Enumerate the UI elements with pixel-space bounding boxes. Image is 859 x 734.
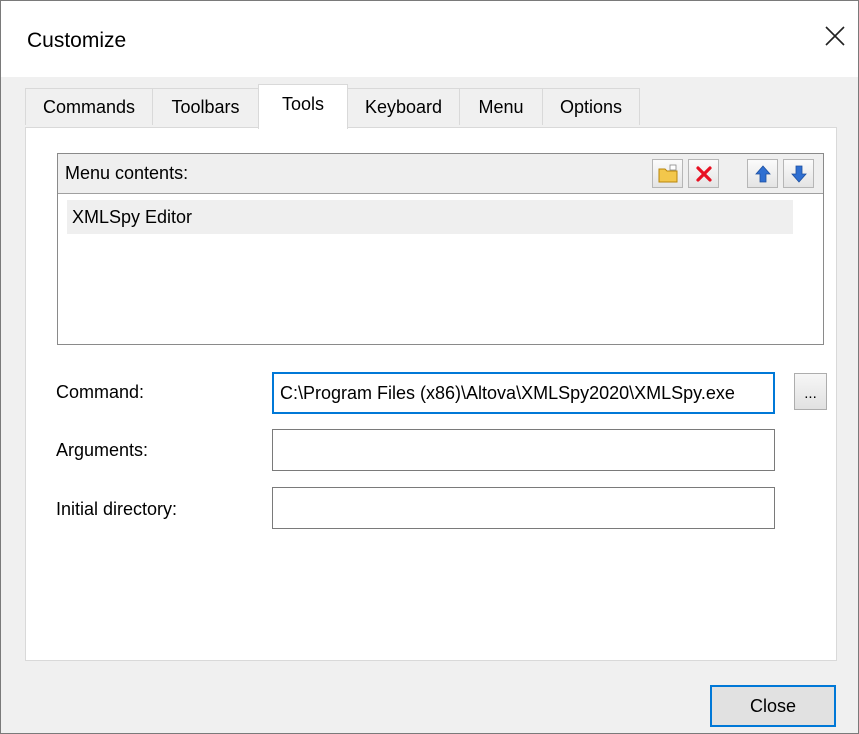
browse-button[interactable]: ...: [794, 373, 827, 410]
arguments-field[interactable]: [272, 429, 775, 471]
initial-directory-label: Initial directory:: [56, 499, 178, 519]
tab-commands[interactable]: Commands: [25, 88, 153, 125]
delete-icon: [696, 166, 712, 182]
tab-options[interactable]: Options: [542, 88, 640, 125]
new-folder-icon: [658, 164, 678, 183]
move-up-icon: [755, 165, 771, 183]
tab-tools[interactable]: Tools: [258, 84, 348, 129]
tab-menu[interactable]: Menu: [459, 88, 543, 125]
dialog-title: Customize: [27, 29, 127, 52]
move-down-button[interactable]: [783, 159, 814, 188]
close-icon: [825, 26, 845, 46]
title-bar: Customize: [1, 1, 858, 77]
close-window-button[interactable]: [812, 11, 858, 63]
menu-contents-box: Menu contents: XMLSpy Editor: [57, 153, 824, 345]
list-item[interactable]: XMLSpy Editor: [67, 200, 793, 234]
move-up-button[interactable]: [747, 159, 778, 188]
menu-contents-header: Menu contents:: [58, 154, 823, 194]
delete-item-button[interactable]: [688, 159, 719, 188]
command-field[interactable]: [272, 372, 775, 414]
arguments-label: Arguments:: [56, 440, 149, 460]
initial-directory-field[interactable]: [272, 487, 775, 529]
menu-contents-label: Menu contents:: [65, 163, 189, 183]
tools-tab-panel: Menu contents: XMLSpy Editor Command: C:…: [25, 127, 837, 661]
move-down-icon: [791, 165, 807, 183]
customize-dialog: Customize Commands Toolbars Tools Keyboa…: [0, 0, 859, 734]
tab-keyboard[interactable]: Keyboard: [347, 88, 460, 125]
new-item-button[interactable]: [652, 159, 683, 188]
command-label: Command:: [56, 382, 145, 402]
tab-toolbars[interactable]: Toolbars: [152, 88, 259, 125]
tab-strip: Commands Toolbars Tools Keyboard Menu Op…: [25, 84, 859, 129]
menu-contents-list[interactable]: XMLSpy Editor: [67, 200, 793, 234]
close-button[interactable]: Close: [710, 685, 836, 727]
